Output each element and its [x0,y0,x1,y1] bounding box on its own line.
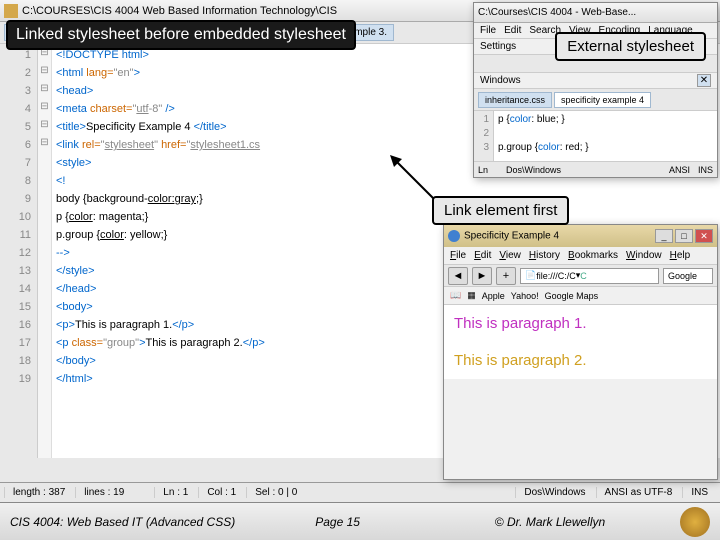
bookmark-apple[interactable]: Apple [482,291,505,301]
grid-icon[interactable]: ▦ [467,290,476,301]
side-windows-row: Windows ✕ [474,73,717,89]
bookmark-icon[interactable]: 📖 [450,290,461,301]
browser-menubar: FileEditViewHistoryBookmarksWindowHelp [444,247,717,265]
browser-titlebar[interactable]: Specificity Example 4 _ □ ✕ [444,225,717,247]
app-icon [4,4,18,18]
status-sel: Sel : 0 | 0 [246,487,305,498]
minimize-button[interactable]: _ [655,229,673,243]
status-enc: ANSI as UTF-8 [596,487,681,498]
side-tabs: inheritance.css specificity example 4 [474,89,717,111]
annotation-linked-before: Linked stylesheet before embedded styles… [6,20,356,50]
back-button[interactable]: ◄ [448,267,468,285]
status-mode: INS [682,487,716,498]
side-tab-2[interactable]: specificity example 4 [554,92,651,108]
add-button[interactable]: + [496,267,516,285]
slide-footer: CIS 4004: Web Based IT (Advanced CSS) Pa… [0,502,720,540]
side-titlebar[interactable]: C:\Courses\CIS 4004 - Web-Base... [474,3,717,23]
side-tab-1[interactable]: inheritance.css [478,92,552,108]
footer-course: CIS 4004: Web Based IT (Advanced CSS) [10,515,235,529]
annotation-external: External stylesheet [555,32,706,61]
browser-toolbar: ◄ ► + 📄 file:///C:/C ▾ C Google [444,265,717,287]
ucf-logo-icon [680,507,710,537]
bookmark-yahoo[interactable]: Yahoo! [511,291,539,301]
browser-window: Specificity Example 4 _ □ ✕ FileEditView… [443,224,718,480]
browser-viewport: This is paragraph 1. This is paragraph 2… [444,305,717,379]
status-col: Col : 1 [198,487,244,498]
status-ln: Ln : 1 [154,487,196,498]
search-input[interactable]: Google [663,268,713,284]
status-length: length : 387 [4,487,73,498]
bookmark-bar: 📖 ▦ Apple Yahoo! Google Maps [444,287,717,305]
paragraph-1: This is paragraph 1. [454,315,707,332]
footer-author: © Dr. Mark Llewellyn [495,515,605,529]
firefox-icon [448,230,460,242]
external-css-window: C:\Courses\CIS 4004 - Web-Base... FileEd… [473,2,718,178]
annotation-link-first: Link element first [432,196,569,225]
status-os: Dos\Windows [515,487,593,498]
paragraph-2: This is paragraph 2. [454,352,707,369]
url-input[interactable]: 📄 file:///C:/C ▾ C [520,268,659,284]
footer-page: Page 15 [315,515,360,529]
close-button[interactable]: ✕ [695,229,713,243]
close-icon[interactable]: ✕ [697,74,711,87]
forward-button[interactable]: ► [472,267,492,285]
status-bar: length : 387 lines : 19 Ln : 1 Col : 1 S… [0,482,720,502]
mini-status: Ln Dos\Windows ANSI INS [474,161,717,177]
title-path: C:\COURSES\CIS 4004 Web Based Informatio… [22,5,337,17]
mini-editor[interactable]: 123p {color: blue; } p.group {color: red… [474,111,717,161]
maximize-button[interactable]: □ [675,229,693,243]
bookmark-gmaps[interactable]: Google Maps [545,291,599,301]
status-lines: lines : 19 [75,487,132,498]
